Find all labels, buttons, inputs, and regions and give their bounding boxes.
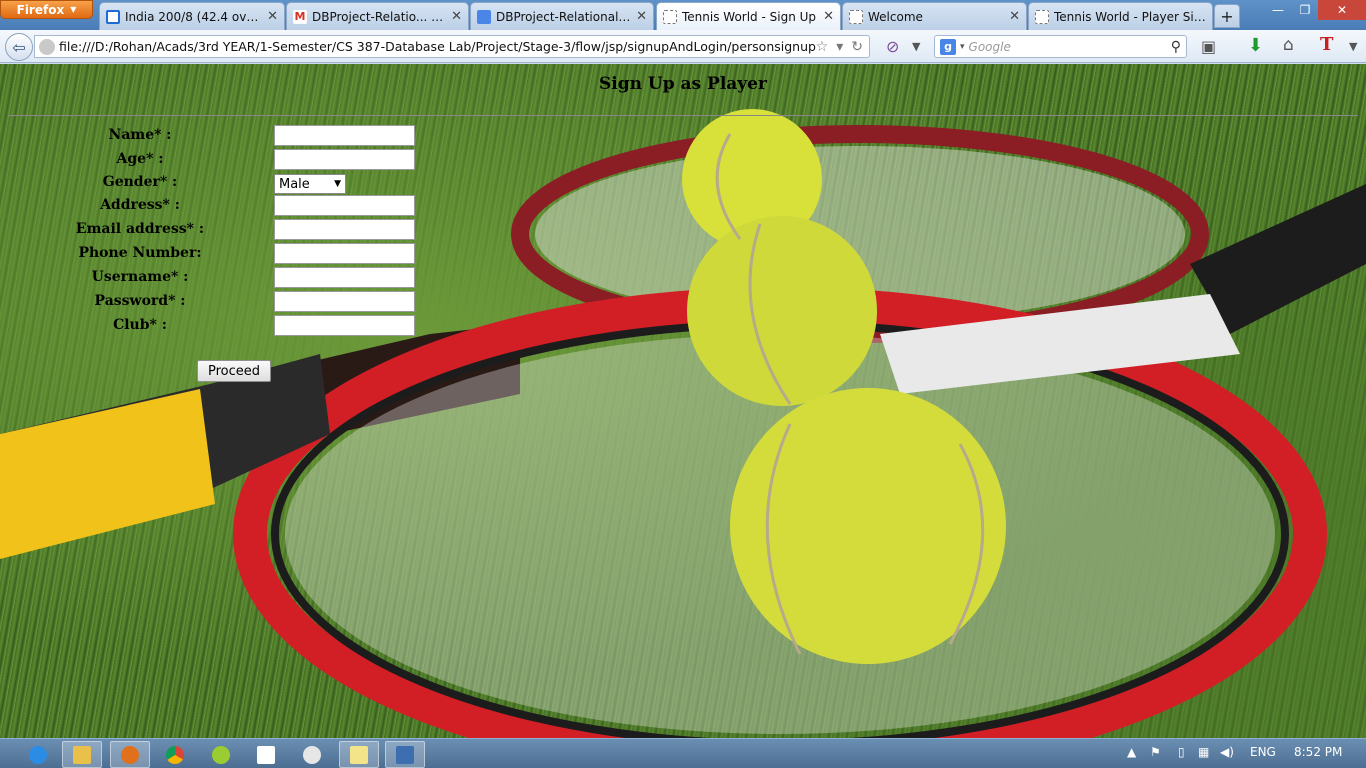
restore-icon: ❐ bbox=[1299, 3, 1311, 17]
gender-select[interactable]: Male ▼ bbox=[274, 174, 346, 194]
page-title: Sign Up as Player bbox=[599, 74, 767, 94]
url-text: file:///D:/Rohan/Acads/3rd YEAR/1-Semest… bbox=[59, 39, 816, 54]
action-center-flag-icon[interactable]: ⚑ bbox=[1150, 745, 1161, 759]
battery-icon[interactable]: ▯ bbox=[1178, 745, 1185, 759]
home-icon[interactable]: ⌂ bbox=[1283, 35, 1294, 55]
addon-blocked-icon[interactable]: ⊘ bbox=[886, 37, 899, 56]
chrome-icon[interactable] bbox=[155, 741, 195, 768]
name-field[interactable] bbox=[274, 125, 415, 146]
address-label: Address* : bbox=[100, 197, 180, 213]
search-input[interactable]: Google bbox=[969, 40, 1167, 54]
firefox-menu-label: Firefox bbox=[16, 2, 65, 17]
tab-label: Tennis World - Sign Up bbox=[682, 9, 817, 24]
close-window-button[interactable]: ✕ bbox=[1318, 0, 1366, 20]
bookmark-star-icon[interactable]: ☆ bbox=[816, 39, 829, 55]
globe-icon bbox=[39, 38, 55, 55]
monitor-icon[interactable] bbox=[385, 741, 425, 768]
new-tab-button[interactable]: + bbox=[1214, 4, 1240, 28]
proceed-button[interactable]: Proceed bbox=[197, 360, 271, 382]
plus-icon: + bbox=[1220, 6, 1234, 26]
tab-google-docs[interactable]: DBProject-RelationalMo... ✕ bbox=[470, 2, 654, 30]
app-icon[interactable] bbox=[201, 741, 241, 768]
page-content: Sign Up as Player Name* : Age* : Gender*… bbox=[0, 64, 1366, 738]
reload-icon[interactable]: ↻ bbox=[851, 39, 863, 55]
blank-page-icon bbox=[663, 9, 677, 24]
file-explorer-icon[interactable] bbox=[62, 741, 102, 768]
tab-label: Welcome bbox=[868, 9, 923, 24]
close-icon[interactable]: ✕ bbox=[267, 9, 278, 24]
firefox-icon[interactable] bbox=[110, 741, 150, 768]
dropdown-icon[interactable]: ▾ bbox=[836, 39, 843, 55]
navigation-bar: ⇦ file:///D:/Rohan/Acads/3rd YEAR/1-Seme… bbox=[0, 30, 1366, 63]
chat-icon[interactable] bbox=[292, 741, 332, 768]
firefox-menu-button[interactable]: Firefox ▼ bbox=[0, 0, 93, 19]
address-field[interactable] bbox=[274, 195, 415, 216]
password-field[interactable] bbox=[274, 291, 415, 312]
tab-player-signup[interactable]: Tennis World - Player Sig... bbox=[1028, 2, 1213, 30]
notes-icon[interactable] bbox=[339, 741, 379, 768]
google-icon: g bbox=[940, 38, 956, 55]
tab-label: Tennis World - Player Sig... bbox=[1054, 9, 1206, 24]
search-icon[interactable]: ⚲ bbox=[1171, 39, 1181, 55]
username-label: Username* : bbox=[91, 269, 189, 285]
address-bar[interactable]: file:///D:/Rohan/Acads/3rd YEAR/1-Semest… bbox=[34, 35, 870, 58]
tab-label: India 200/8 (42.4 ov, R Vi... bbox=[125, 9, 263, 24]
age-label: Age* : bbox=[116, 151, 164, 167]
dropdown-icon[interactable]: ▼ bbox=[912, 40, 920, 53]
tab-label: DBProject-RelationalMo... bbox=[496, 9, 631, 24]
maximize-button[interactable]: ❐ bbox=[1292, 0, 1318, 20]
close-icon[interactable]: ✕ bbox=[636, 9, 647, 24]
password-label: Password* : bbox=[94, 293, 186, 309]
club-label: Club* : bbox=[113, 317, 167, 333]
download-icon[interactable]: ⬇ bbox=[1248, 35, 1263, 56]
network-icon[interactable]: ▦ bbox=[1198, 745, 1209, 759]
back-arrow-icon: ⇦ bbox=[12, 37, 26, 57]
close-icon: ✕ bbox=[1336, 3, 1348, 17]
back-button[interactable]: ⇦ bbox=[5, 33, 33, 61]
chevron-down-icon: ▼ bbox=[70, 5, 77, 14]
show-hidden-icons-icon[interactable]: ▲ bbox=[1127, 745, 1136, 759]
gender-selected-value: Male bbox=[279, 176, 310, 192]
clock-time[interactable]: 8:52 PM bbox=[1294, 745, 1342, 759]
search-box[interactable]: g ▾ Google ⚲ bbox=[934, 35, 1187, 58]
name-label: Name* : bbox=[108, 127, 172, 143]
email-field[interactable] bbox=[274, 219, 415, 240]
blank-page-icon bbox=[1035, 9, 1049, 24]
age-field[interactable] bbox=[274, 149, 415, 170]
tab-strip: Firefox ▼ India 200/8 (42.4 ov, R Vi... … bbox=[0, 0, 1366, 30]
close-icon[interactable]: ✕ bbox=[451, 9, 462, 24]
phone-label: Phone Number: bbox=[78, 245, 202, 261]
internet-explorer-icon[interactable] bbox=[18, 741, 58, 768]
username-field[interactable] bbox=[274, 267, 415, 288]
menu-dropdown-icon[interactable]: ▼ bbox=[1349, 40, 1357, 53]
language-indicator[interactable]: ENG bbox=[1250, 745, 1276, 759]
club-field[interactable] bbox=[274, 315, 415, 336]
tab-gmail[interactable]: M DBProject-Relatio... - for... ✕ bbox=[286, 2, 469, 30]
gmail-icon: M bbox=[293, 9, 307, 24]
close-icon[interactable]: ✕ bbox=[1009, 9, 1020, 24]
volume-icon[interactable]: ◀) bbox=[1220, 745, 1234, 759]
tab-cricinfo[interactable]: India 200/8 (42.4 ov, R Vi... ✕ bbox=[99, 2, 285, 30]
tab-welcome[interactable]: Welcome ✕ bbox=[842, 2, 1027, 30]
blank-page-icon bbox=[849, 9, 863, 24]
cricinfo-icon bbox=[106, 9, 120, 24]
gender-label: Gender* : bbox=[102, 174, 178, 190]
close-icon[interactable]: ✕ bbox=[823, 9, 834, 24]
email-label: Email address* : bbox=[75, 221, 205, 237]
tab-tennis-signup[interactable]: Tennis World - Sign Up ✕ bbox=[656, 2, 841, 30]
minimize-icon: — bbox=[1272, 3, 1284, 17]
windows-taskbar: ▲ ⚑ ▯ ▦ ◀) ENG 8:52 PM bbox=[0, 738, 1366, 768]
gre-app-icon[interactable] bbox=[246, 741, 286, 768]
phone-field[interactable] bbox=[274, 243, 415, 264]
bookmarks-menu-icon[interactable]: ▣ bbox=[1201, 37, 1216, 56]
tab-label: DBProject-Relatio... - for... bbox=[312, 9, 446, 24]
google-docs-icon bbox=[477, 9, 491, 24]
horizontal-divider bbox=[8, 115, 1358, 116]
chevron-down-icon: ▼ bbox=[334, 179, 341, 189]
translate-addon-icon[interactable]: T bbox=[1320, 34, 1333, 55]
minimize-button[interactable]: — bbox=[1264, 0, 1292, 20]
chevron-down-icon: ▾ bbox=[960, 41, 965, 52]
